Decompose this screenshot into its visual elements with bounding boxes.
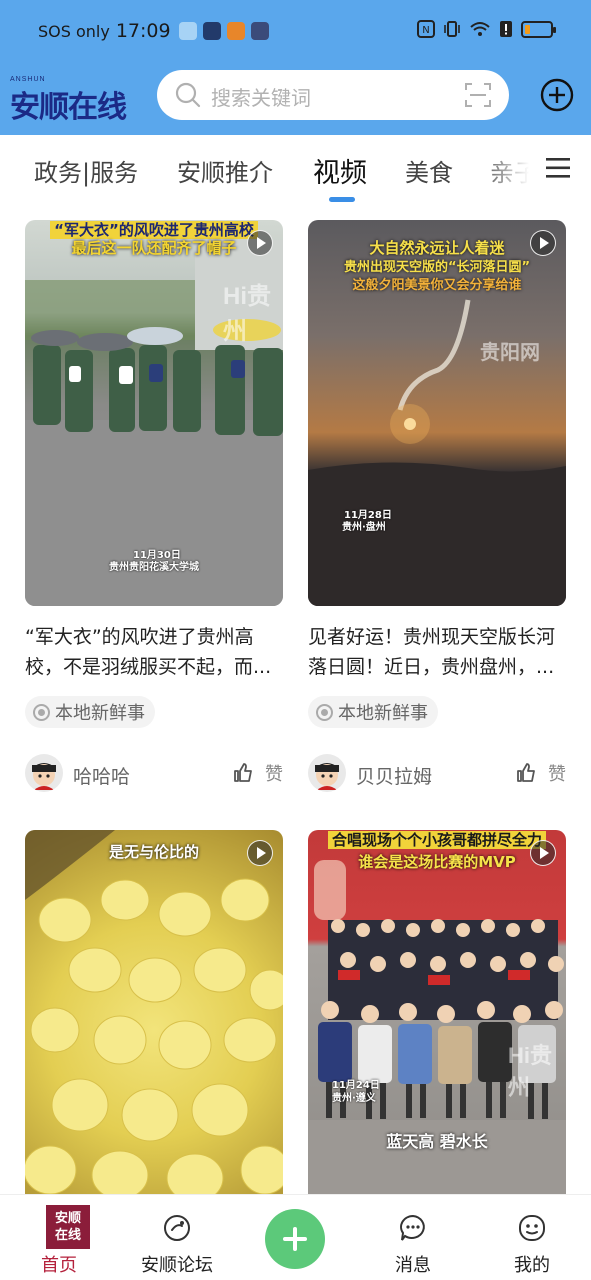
header-area: SOS only 17:09 N ANSHUN 安顺在线 搜索关键词 [0,0,591,135]
publish-button[interactable] [265,1209,325,1269]
app-logo[interactable]: ANSHUN 安顺在线 [10,76,134,125]
play-icon [530,840,556,866]
home-logo-text: 安顺在线 [54,1211,81,1243]
overlay-date: 11月24日 [332,1080,380,1091]
tab-government-services[interactable]: 政务|服务 [34,153,138,188]
avatar[interactable] [308,754,346,792]
nav-home[interactable]: 安顺在线 首页 [9,1195,109,1280]
tab-food[interactable]: 美食 [405,153,453,188]
caption-line1: 是无与伦比的 [108,843,199,861]
tab-indicator [329,197,355,202]
search-placeholder: 搜索关键词 [211,86,311,110]
topic-label: 本地新鲜事 [338,703,428,724]
like-label: 赞 [548,764,566,785]
video-title[interactable]: 见者好运！贵州现天空版长河落日圆！近日，贵州盘州，... [308,622,566,682]
forum-icon [164,1215,190,1241]
play-icon [247,230,273,256]
nav-profile[interactable]: 我的 [482,1195,582,1280]
caption-line2: 谁会是这场比赛的MVP [358,853,516,871]
nav-messages[interactable]: 消息 [363,1195,463,1280]
topic-tag[interactable]: 本地新鲜事 [25,696,155,728]
video-card[interactable]: 大自然永远让人着迷 贵州出现天空版的“长河落日圆” 这般夕阳美景你又会分享给谁 … [308,220,566,800]
play-icon [247,840,273,866]
video-thumbnail[interactable]: 是无与伦比的 [25,830,283,1194]
author-row: 贝贝拉姆 赞 [308,754,566,794]
watermark: Hi贵州 [223,283,271,345]
scan-icon[interactable] [465,83,491,107]
avatar[interactable] [25,754,63,792]
profile-icon [519,1215,545,1241]
watermark: Hi贵州 [508,1043,553,1100]
svg-text:N: N [422,25,429,36]
alert-icon [500,21,512,37]
menu-icon[interactable] [546,157,570,179]
clock: 17:09 [115,20,171,42]
message-icon [400,1214,425,1241]
topic-icon [33,703,50,721]
nav-forum-label: 安顺论坛 [141,1255,213,1276]
nav-home-label: 首页 [41,1255,77,1276]
video-card[interactable]: 是无与伦比的 [25,830,283,1194]
caption-line1: “军大衣”的风吹进了贵州高校 [50,221,258,239]
bottom-nav: 安顺在线 首页 安顺论坛 消息 我的 [0,1194,591,1280]
logo-text: 安顺在线 [10,90,127,125]
caption-line2: 贵州出现天空版的“长河落日圆” [343,260,531,275]
video-card[interactable]: “军大衣”的风吹进了贵州高校 最后这一队还配齐了帽子 Hi贵州 11月30日 贵… [25,220,283,800]
tab-fade [478,135,538,213]
overlay-place: 贵州贵阳花溪大学城 [109,562,199,573]
author-row: 哈哈哈 赞 [25,754,283,794]
nfc-icon: N [417,20,435,38]
video-thumbnail[interactable]: 大自然永远让人着迷 贵州出现天空版的“长河落日圆” 这般夕阳美景你又会分享给谁 … [308,220,566,606]
nav-forum[interactable]: 安顺论坛 [127,1195,227,1280]
caption-line1: 合唱现场个个小孩哥都拼尽全力 [327,831,546,849]
cloud-app-icon [178,22,197,40]
upload-app-icon [202,22,221,40]
wifi-icon [470,22,490,36]
tab-anshun-promo[interactable]: 安顺推介 [177,153,273,188]
category-tabs: 政务|服务 安顺推介 视频 美食 亲子 [0,135,591,213]
thumbnail-scene [25,830,283,1194]
author-name[interactable]: 哈哈哈 [73,762,130,789]
overlay-place: 贵州·盘州 [342,522,386,533]
thumbs-up-icon [517,763,535,782]
video-thumbnail[interactable]: 合唱现场个个小孩哥都拼尽全力 谁会是这场比赛的MVP Hi贵州 11月24日 贵… [308,830,566,1194]
nav-profile-label: 我的 [514,1255,550,1276]
like-button[interactable]: 赞 [233,760,283,786]
like-button[interactable]: 赞 [516,760,566,786]
caption-line3: 这般夕阳美景你又会分享给谁 [352,278,522,293]
caption-line1: 大自然永远让人着迷 [369,239,505,257]
topic-icon [316,703,333,721]
thumbs-up-icon [234,763,252,782]
video-title[interactable]: “军大衣”的风吹进了贵州高校，不是羽绒服买不起，而... [25,622,283,682]
overlay-date: 11月28日 [344,510,392,521]
video-thumbnail[interactable]: “军大衣”的风吹进了贵州高校 最后这一队还配齐了帽子 Hi贵州 11月30日 贵… [25,220,283,606]
author-name[interactable]: 贝贝拉姆 [356,762,432,789]
nav-messages-label: 消息 [395,1255,431,1276]
overlay-place: 贵州·遵义 [332,1093,376,1104]
battery-icon [521,20,556,38]
watermark: 贵阳网 [480,342,540,364]
overlay-date: 11月30日 [133,550,181,561]
carrier-text: SOS only [38,21,110,41]
bottom-caption: 蓝天高 碧水长 [386,1132,488,1151]
topic-tag[interactable]: 本地新鲜事 [308,696,438,728]
search-icon [175,82,201,108]
game-app-icon [226,22,245,40]
tab-video[interactable]: 视频 [313,151,367,190]
search-bar[interactable]: 搜索关键词 [157,70,509,120]
home-logo-icon: 安顺在线 [46,1205,90,1249]
vibrate-icon [444,21,460,37]
video-card[interactable]: 合唱现场个个小孩哥都拼尽全力 谁会是这场比赛的MVP Hi贵州 11月24日 贵… [308,830,566,1194]
caption-line2: 最后这一队还配齐了帽子 [71,239,237,257]
status-bar: SOS only 17:09 N [0,0,591,62]
like-label: 赞 [265,764,283,785]
add-circle-icon[interactable] [540,78,574,112]
play-icon [530,230,556,256]
character-app-icon [250,22,269,40]
topic-label: 本地新鲜事 [55,703,145,724]
